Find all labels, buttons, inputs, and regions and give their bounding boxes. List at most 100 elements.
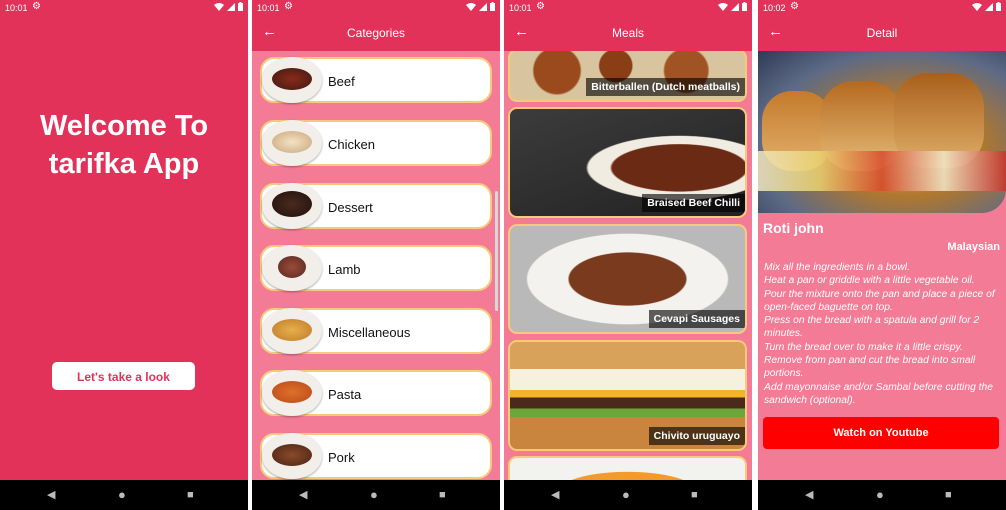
status-time: 10:01: [509, 3, 532, 13]
nav-recents-icon[interactable]: ■: [945, 488, 952, 502]
wifi-icon: [972, 2, 982, 11]
nav-back-icon[interactable]: ◀: [805, 488, 813, 502]
category-list[interactable]: Beef Chicken Dessert Lamb Miscellaneous …: [252, 51, 500, 480]
category-item-pork[interactable]: Pork: [260, 433, 492, 479]
category-label: Miscellaneous: [328, 325, 411, 340]
instruction-step: Pour the mixture onto the pan and place …: [764, 288, 995, 313]
meal-instructions: Mix all the ingredients in a bowl. Heat …: [764, 261, 1002, 407]
wifi-icon: [466, 2, 476, 11]
status-time: 10:01: [257, 3, 280, 13]
meal-card[interactable]: Cevapi Sausages: [508, 224, 747, 334]
wifi-icon: [214, 2, 224, 11]
sandwich-filling: [758, 151, 1006, 191]
meal-card[interactable]: Braised Beef Chilli: [508, 107, 747, 218]
cake-plate-icon: [262, 183, 322, 229]
battery-icon: [238, 2, 243, 11]
category-item-miscellaneous[interactable]: Miscellaneous: [260, 308, 492, 354]
signal-icon: [479, 2, 487, 11]
category-label: Lamb: [328, 262, 361, 277]
tacos-icon: [262, 308, 322, 354]
scrollbar[interactable]: [495, 191, 498, 311]
settings-gear-icon: ⚙: [32, 1, 41, 12]
welcome-heading-line1: Welcome To: [39, 110, 209, 142]
meal-name: Cevapi Sausages: [648, 310, 745, 328]
look-inside-button[interactable]: Let's take a look inside!: [52, 362, 195, 412]
meal-card[interactable]: Bitterballen (Dutch meatballs): [508, 51, 747, 102]
nav-home-icon[interactable]: ●: [622, 488, 630, 502]
meal-name: Chivito uruguayo: [648, 427, 745, 445]
category-label: Pork: [328, 450, 355, 465]
settings-gear-icon: ⚙: [284, 1, 293, 12]
nav-home-icon[interactable]: ●: [118, 488, 126, 502]
nav-back-icon[interactable]: ◀: [47, 488, 55, 502]
system-nav-bar: ◀ ● ■: [252, 480, 500, 510]
category-item-chicken[interactable]: Chicken: [260, 120, 492, 166]
pasta-plate-icon: [262, 370, 322, 416]
battery-icon: [742, 2, 747, 11]
meal-hero-image: [758, 51, 1006, 213]
page-title: Meals: [611, 26, 644, 40]
steak-plate-icon: [262, 57, 322, 103]
meals-screen: 10:01 ⚙ ← Meals Bitterballen (Dutch meat…: [504, 0, 752, 510]
category-label: Chicken: [328, 137, 375, 152]
instruction-step: Turn the bread over to make it a little …: [764, 341, 963, 353]
instruction-step: Add mayonnaise and/or Sambal before cutt…: [764, 381, 993, 406]
settings-gear-icon: ⚙: [790, 1, 799, 12]
settings-gear-icon: ⚙: [536, 1, 545, 12]
nav-recents-icon[interactable]: ■: [187, 488, 194, 502]
chicken-plate-icon: [262, 120, 322, 166]
meal-card[interactable]: Chivito uruguayo: [508, 340, 747, 451]
signal-icon: [227, 2, 235, 11]
meal-card[interactable]: [508, 456, 747, 480]
app-bar: ← Categories: [252, 16, 500, 51]
wifi-icon: [718, 2, 728, 11]
system-nav-bar: ◀ ● ■: [0, 480, 248, 510]
nav-back-icon[interactable]: ◀: [299, 488, 307, 502]
instruction-step: Press on the bread with a spatula and gr…: [764, 315, 980, 340]
welcome-heading: Welcome To tarifka App: [0, 107, 248, 183]
welcome-heading-line2: tarifka App: [48, 148, 200, 180]
status-time: 10:02: [763, 3, 786, 13]
nav-home-icon[interactable]: ●: [370, 488, 378, 502]
pork-plate-icon: [262, 433, 322, 479]
system-nav-bar: ◀ ● ■: [504, 480, 752, 510]
nav-back-icon[interactable]: ◀: [551, 488, 559, 502]
page-title: Categories: [346, 26, 406, 40]
watch-youtube-button[interactable]: Watch on Youtube: [763, 417, 999, 449]
nav-recents-icon[interactable]: ■: [691, 488, 698, 502]
signal-icon: [731, 2, 739, 11]
system-icons: [466, 2, 495, 11]
instruction-step: Remove from pan and cut the bread into s…: [764, 355, 976, 380]
meal-name: Braised Beef Chilli: [642, 194, 745, 212]
battery-icon: [490, 2, 495, 11]
meal-list[interactable]: Bitterballen (Dutch meatballs) Braised B…: [504, 51, 752, 480]
status-bar: 10:01 ⚙: [504, 0, 752, 16]
status-bar: 10:02 ⚙: [758, 0, 1006, 16]
status-bar: 10:01 ⚙: [0, 0, 248, 16]
category-label: Beef: [328, 74, 355, 89]
system-icons: [214, 2, 243, 11]
signal-icon: [985, 2, 993, 11]
page-title: Detail: [866, 26, 898, 40]
battery-icon: [996, 2, 1001, 11]
meal-title: Roti john: [763, 220, 824, 236]
status-bar: 10:01 ⚙: [252, 0, 500, 16]
instruction-step: Heat a pan or griddle with a little vege…: [764, 275, 975, 287]
nav-home-icon[interactable]: ●: [876, 488, 884, 502]
lamb-plate-icon: [262, 245, 322, 291]
app-bar: ← Detail: [758, 16, 1006, 51]
meal-name: Bitterballen (Dutch meatballs): [586, 78, 745, 96]
category-item-pasta[interactable]: Pasta: [260, 370, 492, 416]
detail-screen: 10:02 ⚙ ← Detail Roti john Malaysian Mix…: [758, 0, 1006, 510]
welcome-screen: 10:01 ⚙ Welcome To tarifka App Let's tak…: [0, 0, 248, 510]
category-item-dessert[interactable]: Dessert: [260, 183, 492, 229]
category-label: Dessert: [328, 200, 373, 215]
system-nav-bar: ◀ ● ■: [758, 480, 1006, 510]
status-time: 10:01: [5, 3, 28, 13]
category-item-beef[interactable]: Beef: [260, 57, 492, 103]
nav-recents-icon[interactable]: ■: [439, 488, 446, 502]
category-label: Pasta: [328, 387, 362, 402]
system-icons: [972, 2, 1001, 11]
category-item-lamb[interactable]: Lamb: [260, 245, 492, 291]
instruction-step: Mix all the ingredients in a bowl.: [764, 262, 910, 273]
